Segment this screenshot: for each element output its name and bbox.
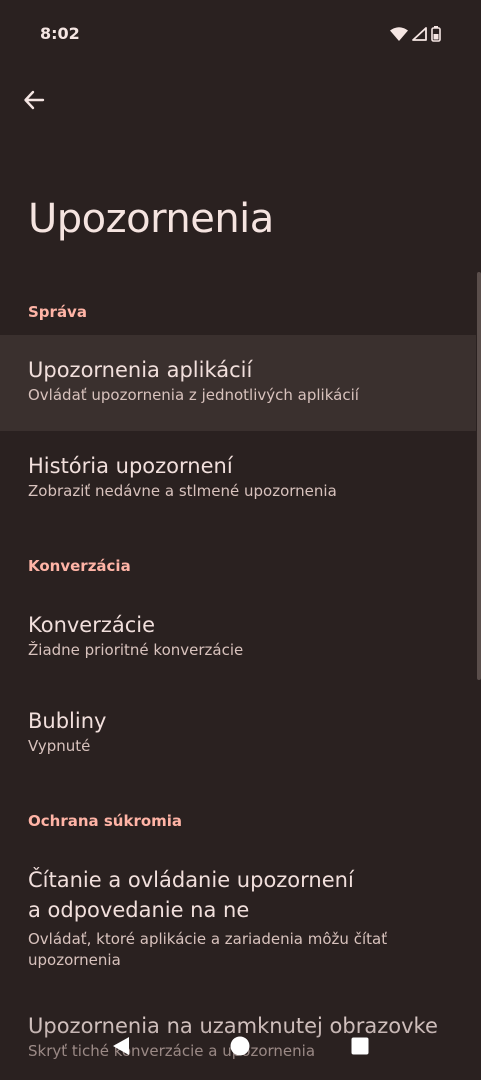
list-item-notification-history[interactable]: História upozornení Zobraziť nedávne a s…	[0, 431, 476, 527]
section-header-sprava: Správa	[28, 303, 87, 321]
item-subtitle: Vypnuté	[28, 737, 91, 755]
status-icons	[390, 26, 441, 42]
nav-back-icon[interactable]	[111, 1036, 131, 1056]
battery-icon	[431, 26, 441, 42]
section-header-privacy: Ochrana súkromia	[28, 812, 183, 830]
section-header-konverzacia: Konverzácia	[28, 557, 131, 575]
item-title-line1: Čítanie a ovládanie upozornení	[28, 868, 354, 892]
back-button[interactable]	[18, 84, 50, 116]
page-title: Upozornenia	[28, 196, 274, 242]
nav-home-icon[interactable]	[230, 1036, 250, 1056]
list-item-notification-read-reply[interactable]: Čítanie a ovládanie upozornení a odpoved…	[0, 845, 476, 991]
item-title: Bubliny	[28, 709, 107, 733]
status-time: 8:02	[40, 24, 80, 43]
item-title: Konverzácie	[28, 613, 156, 637]
scrollbar[interactable]	[477, 272, 481, 680]
item-subtitle: Žiadne prioritné konverzácie	[28, 641, 244, 659]
status-bar: 8:02	[0, 0, 481, 70]
arrow-back-icon	[24, 90, 45, 110]
item-subtitle: Zobraziť nedávne a stlmené upozornenia	[28, 482, 337, 500]
navigation-bar	[0, 1022, 481, 1080]
item-subtitle: Ovládať upozornenia z jednotlivých aplik…	[28, 386, 359, 404]
list-item-app-notifications[interactable]: Upozornenia aplikácií Ovládať upozorneni…	[0, 335, 476, 431]
list-item-conversations[interactable]: Konverzácie Žiadne prioritné konverzácie	[0, 590, 476, 686]
item-subtitle-line2: upozornenia	[28, 951, 121, 969]
wifi-icon	[390, 27, 408, 41]
item-title-line2: a odpovedanie na ne	[28, 898, 250, 922]
item-subtitle-line1: Ovládať, ktoré aplikácie a zariadenia mô…	[28, 930, 388, 948]
item-title: História upozornení	[28, 454, 233, 478]
item-title: Upozornenia aplikácií	[28, 358, 253, 382]
nav-recents-icon[interactable]	[351, 1037, 369, 1055]
cell-signal-icon	[412, 27, 427, 41]
list-item-bubbles[interactable]: Bubliny Vypnuté	[0, 686, 476, 782]
